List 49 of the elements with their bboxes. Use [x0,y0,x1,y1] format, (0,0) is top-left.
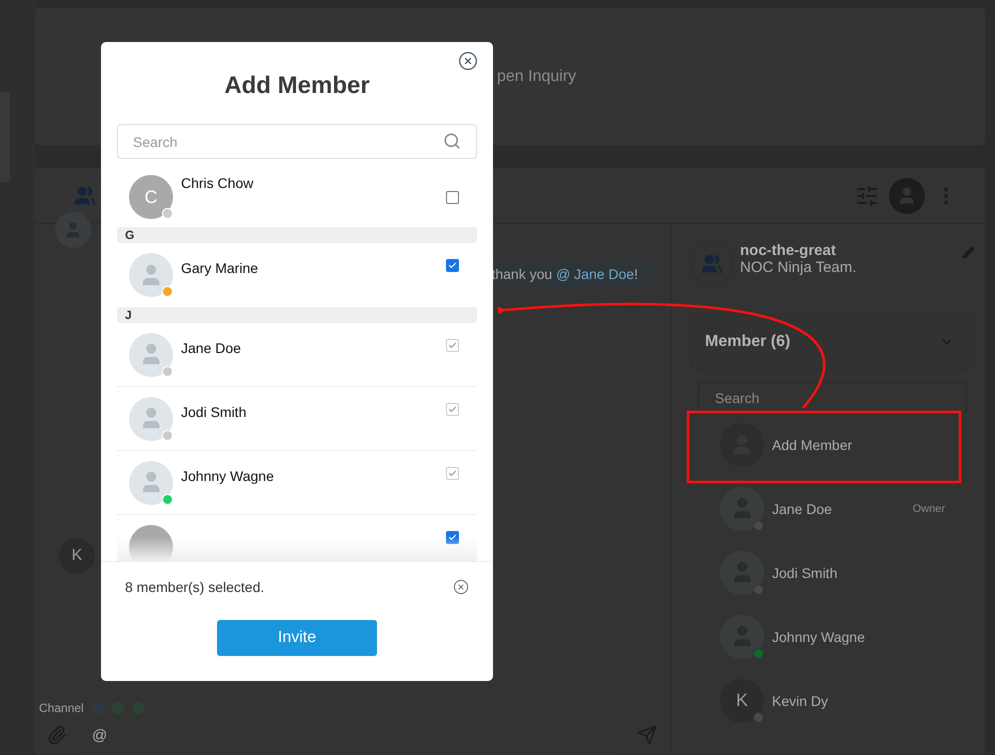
contact-name: Johnny Wagne [181,468,275,486]
check-icon [448,341,457,350]
invite-button[interactable]: Invite [217,620,377,656]
members-heading: Member (6) [705,333,790,351]
member-name: Jane Doe [772,500,833,516]
contact-name: Jane Doe [181,340,242,358]
check-icon [448,405,457,414]
search-field[interactable]: Search [698,382,967,413]
search-icon [443,132,461,150]
group-icon [690,242,734,286]
add-member-label: Add Member [772,437,854,453]
attach-icon[interactable] [47,725,67,745]
card-title: pen Inquiry [497,68,576,86]
close-button[interactable] [458,51,478,71]
avatar-initial: K [736,690,748,711]
member-name: Jodi Smith [772,564,838,580]
contact-name: Chris Chow [181,175,254,193]
checkbox[interactable] [446,191,459,204]
members-accordion[interactable]: Member (6) [690,314,975,370]
contact-name: Gary Marine [181,260,260,278]
avatar-initial: C [144,186,158,208]
check-icon [448,469,457,478]
add-member-item[interactable]: Add Member [700,413,965,477]
filter-icon[interactable] [855,184,879,208]
section-header: J [117,307,477,323]
contact-item[interactable]: C Chris Chow [117,169,477,227]
dialog-title: Add Member [224,72,370,100]
selection-summary: 8 member(s) selected. [125,579,264,595]
member-name: Johnny Wagne [772,628,866,644]
avatar-initial: K [72,547,82,565]
section-header: G [117,227,477,243]
group-name: noc-the-great [740,242,837,259]
contact-item[interactable]: Gary Marine [117,243,477,307]
check-icon [448,533,457,542]
user-icon[interactable] [889,178,925,214]
send-icon[interactable] [637,725,657,745]
checkbox[interactable] [446,531,459,544]
channel-label: Channel [39,701,84,715]
group-description: NOC Ninja Team. [740,259,858,276]
edit-icon[interactable] [962,246,975,259]
message-input[interactable]: @ [79,717,617,753]
member-role: Owner [912,502,945,514]
search-field[interactable]: Search [117,124,477,159]
checkbox[interactable] [446,259,459,272]
member-name: Kevin Dy [772,692,830,708]
contact-name: Jodi Smith [181,404,248,422]
clear-button[interactable] [453,579,469,595]
mention-link[interactable]: @ Jane Doe [556,266,634,282]
check-icon [448,261,457,270]
